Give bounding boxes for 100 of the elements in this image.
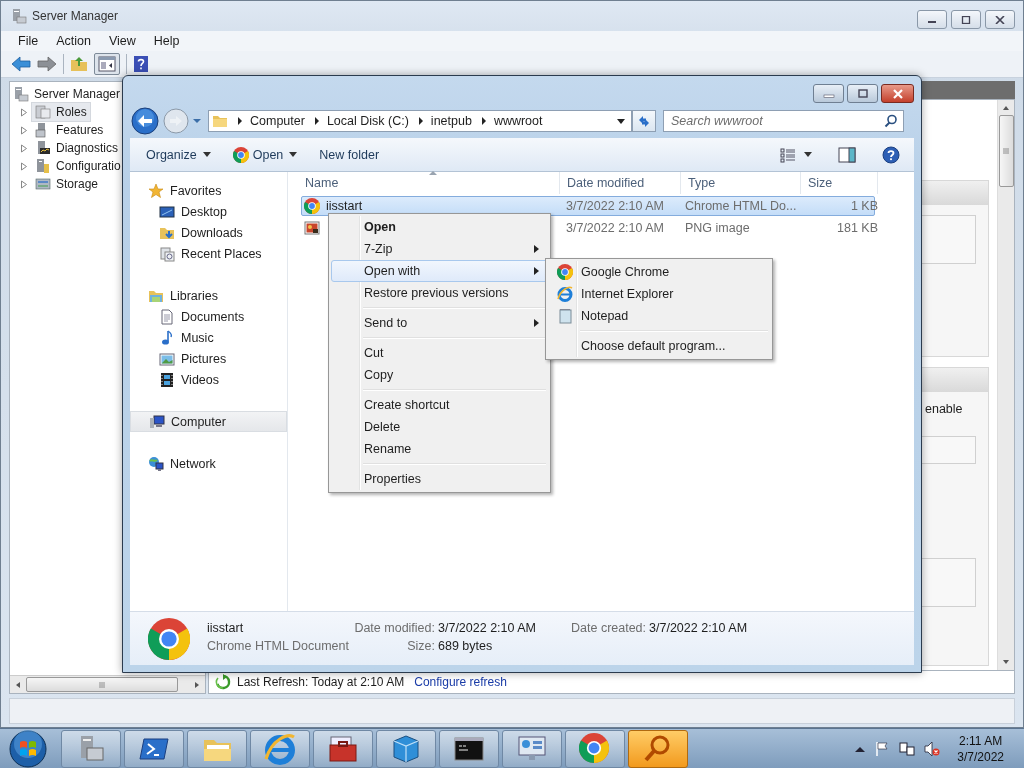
speaker-muted-icon[interactable]: [924, 740, 941, 757]
menu-item[interactable]: View: [99, 32, 145, 50]
view-options-icon[interactable]: [780, 146, 796, 163]
network-icon: [148, 455, 164, 472]
configure-link[interactable]: Configure refresh: [414, 675, 507, 689]
property-value: 3/7/2022 2:10 AM: [438, 620, 536, 637]
menu-item[interactable]: Google Chrome: [548, 261, 770, 283]
tree-item[interactable]: Features: [31, 120, 108, 140]
menu-item[interactable]: Copy: [331, 364, 548, 386]
breadcrumb[interactable]: inetpub: [430, 114, 472, 128]
nav-item[interactable]: Downloads: [130, 222, 287, 243]
help-icon[interactable]: [882, 145, 900, 164]
recent-places-icon: [159, 245, 175, 262]
submenu-arrow-icon: [534, 267, 539, 275]
property-label: Date modified:: [353, 620, 435, 637]
address-bar[interactable]: Computer Local Disk (C:) inetpub wwwroot: [208, 110, 632, 132]
nav-item[interactable]: Videos: [130, 369, 287, 390]
toolbar-button[interactable]: Open: [226, 143, 304, 166]
menu-item[interactable]: Create shortcut: [331, 394, 548, 416]
dropdown-icon[interactable]: [617, 118, 625, 124]
table-cell-text: 181 KB: [836, 220, 879, 237]
recent-pages-icon[interactable]: [192, 117, 202, 125]
menu-item[interactable]: Notepad: [548, 305, 770, 327]
close-button[interactable]: [985, 10, 1015, 29]
preview-pane-icon[interactable]: [838, 146, 856, 163]
search-field[interactable]: Search wwwroot: [663, 110, 904, 132]
nav-item[interactable]: Network: [130, 453, 287, 474]
maximize-button[interactable]: [847, 84, 878, 103]
property-value: 3/7/2022 2:10 AM: [649, 620, 748, 637]
browser-icon: [232, 146, 249, 163]
back-icon[interactable]: [11, 55, 31, 73]
configuration-icon: [35, 158, 51, 174]
file-name: iisstart: [207, 620, 245, 637]
back-button[interactable]: [131, 107, 159, 135]
tree-item[interactable]: Server Manager: [34, 87, 121, 101]
tree-item[interactable]: Roles: [31, 102, 91, 122]
tree-item[interactable]: Diagnostics: [31, 138, 123, 158]
refresh-status: Last Refresh: Today at 2:10 AM: [237, 675, 405, 689]
folder-up-icon[interactable]: [70, 55, 88, 73]
browser-icon: [264, 732, 296, 765]
nav-item[interactable]: Desktop: [130, 201, 287, 222]
menu-item[interactable]: Choose default program...: [548, 335, 770, 357]
nav-item[interactable]: Libraries: [130, 285, 287, 306]
forward-icon[interactable]: [37, 55, 57, 73]
refresh-icon: [637, 114, 651, 128]
dropdown-icon[interactable]: [804, 152, 812, 157]
show-hidden-icons[interactable]: [855, 745, 866, 752]
minimize-button[interactable]: [917, 10, 947, 29]
nav-item[interactable]: Documents: [130, 306, 287, 327]
menu-item[interactable]: Send to: [331, 312, 548, 334]
taskbar-button[interactable]: [439, 729, 499, 768]
menu-item[interactable]: Internet Explorer: [548, 283, 770, 305]
column-header[interactable]: Type: [681, 172, 801, 194]
nav-item[interactable]: Music: [130, 327, 287, 348]
table-cell-text: PNG image: [685, 220, 751, 237]
maximize-button[interactable]: [951, 10, 981, 29]
menu-item[interactable]: Cut: [331, 342, 548, 364]
breadcrumb[interactable]: Local Disk (C:): [326, 114, 409, 128]
menu-item[interactable]: Open with: [331, 260, 548, 282]
menu-item[interactable]: Help: [144, 32, 189, 50]
start-button[interactable]: [8, 728, 48, 768]
column-header[interactable]: Name: [298, 172, 560, 194]
menu-item[interactable]: File: [9, 32, 48, 50]
flag-icon[interactable]: [874, 740, 891, 757]
nav-item[interactable]: Computer: [130, 411, 287, 432]
menu-item[interactable]: Restore previous versions: [331, 282, 548, 304]
toolbar-button[interactable]: New folder: [313, 144, 386, 165]
menu-item[interactable]: Rename: [331, 438, 548, 460]
nav-item[interactable]: Favorites: [130, 180, 287, 201]
clock[interactable]: 2:11 AM 3/7/2022: [957, 732, 1004, 765]
scroll-down-icon: [1002, 658, 1010, 666]
vertical-scrollbar[interactable]: [997, 100, 1014, 670]
tree-item[interactable]: Configuratio: [31, 156, 125, 176]
taskbar-button[interactable]: [313, 729, 373, 768]
nav-item[interactable]: Pictures: [130, 348, 287, 369]
tree-item[interactable]: Storage: [31, 174, 103, 194]
toolbar-button[interactable]: Organize: [140, 144, 217, 165]
show-hide-button[interactable]: [94, 53, 120, 75]
breadcrumb[interactable]: Computer: [250, 114, 305, 128]
file-name: iisstart: [326, 199, 363, 213]
close-button[interactable]: [881, 84, 914, 103]
help-icon[interactable]: [133, 55, 149, 73]
refresh-button[interactable]: [632, 110, 656, 132]
nav-item[interactable]: Recent Places: [130, 243, 287, 264]
menu-item[interactable]: Properties: [331, 468, 548, 490]
server-icon: [11, 8, 27, 24]
menu-item[interactable]: Action: [47, 32, 100, 50]
column-header[interactable]: Date modified: [560, 172, 681, 194]
menu-item[interactable]: 7-Zip: [331, 238, 548, 260]
menu-item[interactable]: Delete: [331, 416, 548, 438]
menu-item[interactable]: Open: [331, 216, 548, 238]
horizontal-scrollbar[interactable]: [10, 675, 205, 693]
browser-icon: [557, 286, 573, 302]
scroll-right-icon: [193, 680, 201, 689]
maximize-icon: [856, 89, 869, 98]
column-header[interactable]: Size: [801, 172, 878, 194]
desktop-icon: [159, 203, 175, 220]
breadcrumb[interactable]: wwwroot: [493, 114, 543, 128]
image-icon: [304, 220, 320, 236]
network-icon[interactable]: [899, 740, 916, 757]
